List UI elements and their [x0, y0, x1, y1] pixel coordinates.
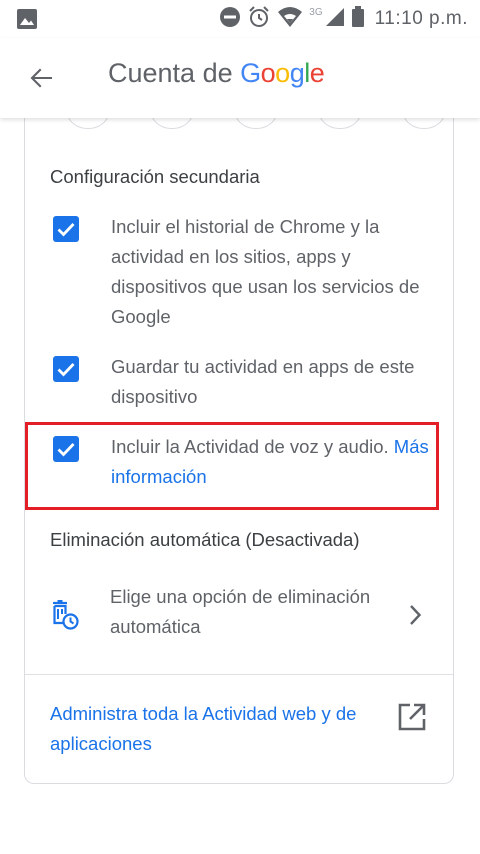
auto-delete-title: Eliminación automática (Desactivada): [50, 529, 360, 550]
status-bar: 3G 11:10 p.m.: [0, 0, 480, 38]
do-not-disturb-icon: [219, 6, 241, 33]
activity-settings-card: Configuración secundaria Incluir el hist…: [24, 98, 454, 784]
network-type: 3G: [309, 6, 323, 18]
arrow-back-icon: [26, 68, 58, 98]
page-title: Cuenta de Google: [108, 58, 325, 89]
google-letter: g: [289, 58, 305, 88]
app-activity-option[interactable]: Guardar tu actividad en apps de este dis…: [53, 352, 433, 414]
app-bar: Cuenta de Google: [0, 38, 480, 118]
wifi-icon: [277, 6, 303, 33]
google-letter: o: [275, 58, 290, 88]
signal-icon: [325, 7, 345, 32]
checkmark-icon: [57, 363, 75, 377]
auto-delete-label: Elige una opción de eliminación automáti…: [110, 586, 371, 637]
chrome-history-label: Incluir el historial de Chrome y la acti…: [111, 216, 420, 327]
image-icon: [16, 8, 38, 35]
checkmark-icon: [57, 223, 75, 237]
alarm-icon: [247, 5, 271, 34]
google-logo: Google: [240, 58, 325, 88]
auto-delete-option[interactable]: Elige una opción de eliminación automáti…: [25, 570, 453, 640]
checkmark-icon: [57, 443, 75, 457]
battery-icon: [351, 5, 365, 33]
google-letter: o: [260, 58, 276, 88]
app-activity-label: Guardar tu actividad en apps de este dis…: [111, 356, 415, 407]
back-button[interactable]: [26, 62, 58, 94]
divider: [25, 674, 453, 675]
voice-audio-text: Incluir la Actividad de voz y audio.: [111, 436, 389, 457]
clock: 11:10 p.m.: [374, 8, 468, 29]
google-letter: e: [309, 58, 325, 88]
google-letter: G: [240, 58, 261, 88]
chevron-right-icon: [407, 604, 423, 631]
auto-delete-icon: [51, 599, 79, 635]
voice-audio-label: Incluir la Actividad de voz y audio. Más…: [111, 432, 441, 492]
manage-activity-link[interactable]: Administra toda la Actividad web y de ap…: [50, 699, 390, 759]
app-activity-checkbox[interactable]: [53, 356, 79, 382]
voice-audio-checkbox[interactable]: [53, 436, 79, 462]
secondary-settings-title: Configuración secundaria: [50, 166, 260, 187]
chrome-history-checkbox[interactable]: [53, 216, 79, 242]
title-prefix: Cuenta de: [108, 58, 233, 88]
chrome-history-option[interactable]: Incluir el historial de Chrome y la acti…: [53, 212, 433, 336]
open-in-new-icon[interactable]: [397, 702, 427, 737]
voice-audio-option[interactable]: Incluir la Actividad de voz y audio. Más…: [53, 432, 433, 494]
